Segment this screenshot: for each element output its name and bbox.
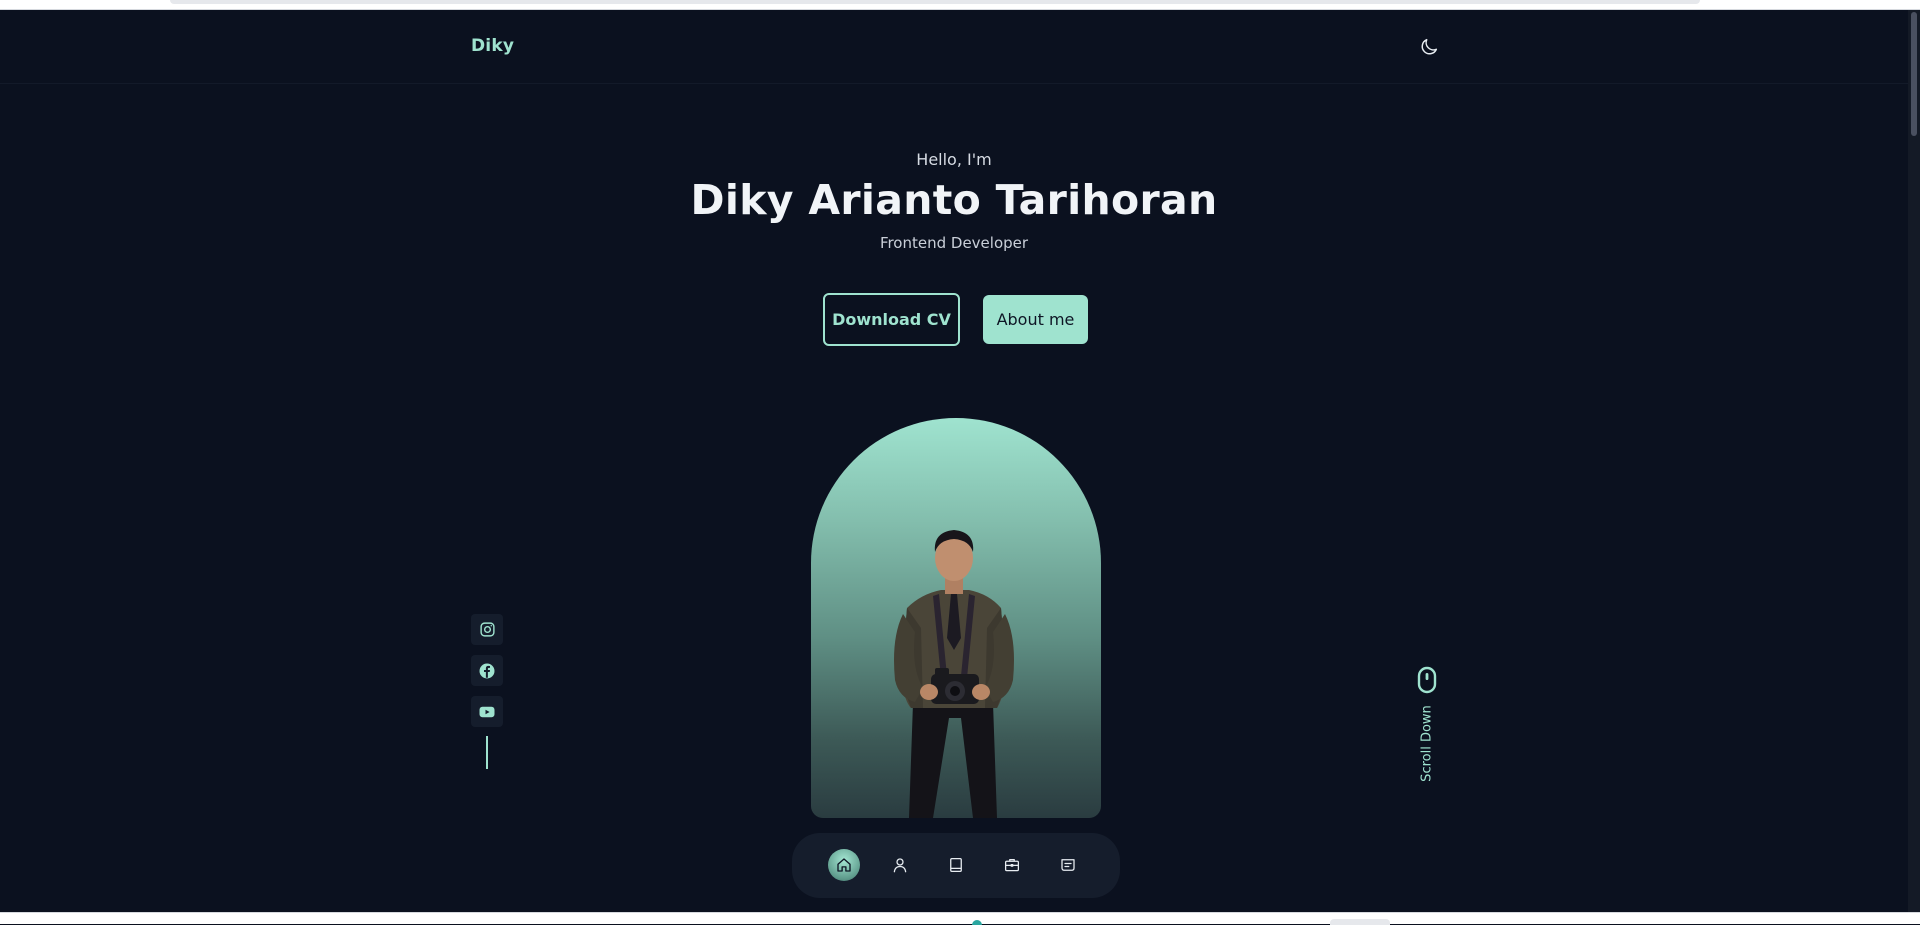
hero-greeting: Hello, I'm	[916, 150, 992, 169]
hero-name: Diky Arianto Tarihoran	[690, 176, 1218, 224]
instagram-icon[interactable]	[471, 614, 503, 645]
youtube-icon[interactable]	[471, 696, 503, 727]
download-cv-button[interactable]: Download CV	[823, 293, 960, 346]
nav-skills[interactable]	[940, 849, 972, 881]
book-icon	[950, 857, 962, 873]
about-me-button[interactable]: About me	[983, 295, 1088, 344]
bottom-navigation	[792, 833, 1120, 898]
scroll-down-link[interactable]: Scroll Down	[1410, 666, 1444, 786]
facebook-icon[interactable]	[471, 655, 503, 686]
nav-contact[interactable]	[1052, 849, 1084, 881]
nav-portfolio[interactable]	[996, 849, 1028, 881]
mouse-icon	[1417, 666, 1437, 694]
moon-icon[interactable]	[1418, 36, 1440, 58]
nav-about[interactable]	[884, 849, 916, 881]
briefcase-icon	[1004, 858, 1020, 872]
taskbar-edge	[0, 912, 1920, 925]
social-divider-line	[486, 736, 488, 769]
profile-photo	[894, 530, 1014, 818]
taskbar-item	[1330, 919, 1390, 925]
browser-top-bar	[0, 0, 1920, 10]
page-scrollbar[interactable]	[1908, 10, 1920, 912]
scroll-down-label: Scroll Down	[1419, 705, 1435, 782]
hero-role: Frontend Developer	[879, 234, 1029, 252]
site-logo[interactable]: Diky	[471, 36, 514, 56]
nav-home[interactable]	[828, 849, 860, 881]
profile-photo-frame	[811, 418, 1101, 818]
browser-address-bar-edge	[170, 0, 1700, 4]
scrollbar-thumb[interactable]	[1911, 12, 1917, 136]
taskbar-indicator	[972, 920, 982, 925]
social-links	[471, 614, 503, 769]
site-header: Diky	[0, 10, 1908, 84]
page: Diky Hello, I'm Diky Arianto Tarihoran F…	[0, 10, 1908, 912]
home-icon	[837, 858, 851, 872]
message-icon	[1061, 859, 1075, 871]
user-icon	[893, 858, 907, 873]
